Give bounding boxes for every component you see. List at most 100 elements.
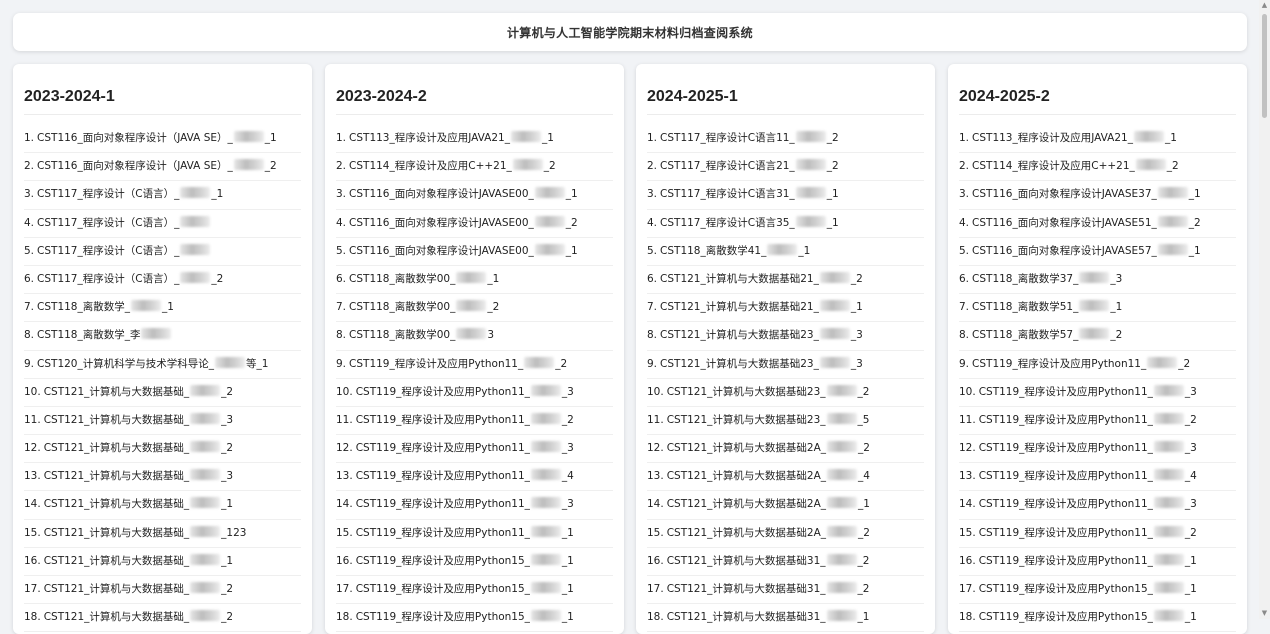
course-link[interactable]: 10. CST121_计算机与大数据基础23_ _2 bbox=[647, 379, 924, 407]
course-link[interactable]: 6. CST117_程序设计（C语言）_ _2 bbox=[24, 266, 301, 295]
course-link[interactable]: 2. CST114_程序设计及应用C++21_ _2 bbox=[336, 153, 613, 182]
course-link[interactable]: 1. CST113_程序设计及应用JAVA21_ _1 bbox=[336, 125, 613, 154]
course-link[interactable]: 7. CST121_计算机与大数据基础21_ _1 bbox=[647, 294, 924, 323]
course-link[interactable]: 6. CST118_离散数学37_ _3 bbox=[959, 266, 1236, 295]
course-link[interactable]: 11. CST119_程序设计及应用Python11_ _2 bbox=[336, 407, 613, 436]
course-link[interactable]: 11. CST121_计算机与大数据基础23_ _5 bbox=[647, 407, 924, 436]
course-suffix: _1 bbox=[1188, 244, 1201, 257]
course-link[interactable]: 9. CST119_程序设计及应用Python11_ _2 bbox=[959, 351, 1236, 379]
course-link[interactable]: 13. CST119_程序设计及应用Python11_ _4 bbox=[959, 463, 1236, 492]
course-link[interactable]: 2. CST116_面向对象程序设计（JAVA SE）_ _2 bbox=[24, 153, 301, 182]
course-link[interactable]: 16. CST121_计算机与大数据基础_ _1 bbox=[24, 548, 301, 576]
course-link[interactable]: 4. CST116_面向对象程序设计JAVASE51_ _2 bbox=[959, 210, 1236, 238]
redacted-name bbox=[190, 610, 221, 622]
course-link[interactable]: 6. CST118_离散数学00_ _1 bbox=[336, 266, 613, 295]
course-link[interactable]: 7. CST118_离散数学51_ _1 bbox=[959, 294, 1236, 323]
course-link[interactable]: 14. CST119_程序设计及应用Python11_ _3 bbox=[959, 491, 1236, 520]
course-link[interactable]: 17. CST119_程序设计及应用Python15_ _1 bbox=[336, 576, 613, 605]
item-number: 18. bbox=[336, 611, 353, 624]
course-link[interactable]: 8. CST118_离散数学_李 bbox=[24, 322, 301, 351]
course-suffix: _1 bbox=[826, 188, 839, 201]
course-link[interactable]: 18. CST121_计算机与大数据基础_ _2 bbox=[24, 604, 301, 633]
course-link[interactable]: 8. CST118_离散数学00_ 3 bbox=[336, 322, 613, 351]
course-link[interactable]: 2. CST117_程序设计C语言21_ _2 bbox=[647, 153, 924, 182]
course-link[interactable]: 18. CST121_计算机与大数据基础31_ _1 bbox=[647, 604, 924, 633]
course-link[interactable]: 14. CST119_程序设计及应用Python11_ _3 bbox=[336, 491, 613, 520]
course-name: CST118_离散数学_ bbox=[37, 301, 130, 314]
course-link[interactable]: 3. CST116_面向对象程序设计JAVASE37_ _1 bbox=[959, 181, 1236, 210]
course-link[interactable]: 3. CST117_程序设计（C语言）_ _1 bbox=[24, 181, 301, 210]
course-link[interactable]: 12. CST121_计算机与大数据基础_ _2 bbox=[24, 435, 301, 464]
course-suffix: _2 bbox=[1188, 216, 1201, 229]
course-link[interactable]: 18. CST119_程序设计及应用Python15_ _1 bbox=[336, 604, 613, 633]
course-link[interactable]: 10. CST119_程序设计及应用Python11_ _3 bbox=[959, 379, 1236, 407]
scroll-up-arrow-icon[interactable]: ▲ bbox=[1259, 0, 1270, 11]
course-link[interactable]: 9. CST120_计算机科学与技术学科导论_ 等_1 bbox=[24, 351, 301, 379]
course-link[interactable]: 13. CST119_程序设计及应用Python11_ _4 bbox=[336, 463, 613, 492]
course-link[interactable]: 17. CST121_计算机与大数据基础_ _2 bbox=[24, 576, 301, 605]
course-link[interactable]: 8. CST118_离散数学57_ _2 bbox=[959, 322, 1236, 351]
course-link[interactable]: 13. CST121_计算机与大数据基础_ _3 bbox=[24, 463, 301, 492]
item-number: 7. bbox=[959, 301, 970, 314]
redacted-name bbox=[826, 412, 857, 424]
course-link[interactable]: 4. CST117_程序设计C语言35_ _1 bbox=[647, 210, 924, 238]
course-link[interactable]: 5. CST118_离散数学41_ _1 bbox=[647, 238, 924, 266]
scroll-down-arrow-icon[interactable]: ▼ bbox=[1259, 608, 1270, 619]
course-link[interactable]: 5. CST116_面向对象程序设计JAVASE00_ _1 bbox=[336, 238, 613, 266]
course-link[interactable]: 18. CST119_程序设计及应用Python15_ _1 bbox=[959, 604, 1236, 633]
course-link[interactable]: 3. CST116_面向对象程序设计JAVASE00_ _1 bbox=[336, 181, 613, 210]
course-suffix: _1 bbox=[264, 132, 277, 144]
course-link[interactable]: 11. CST119_程序设计及应用Python11_ _2 bbox=[959, 407, 1236, 436]
course-link[interactable]: 16. CST119_程序设计及应用Python11_ _1 bbox=[959, 548, 1236, 576]
course-link[interactable]: 12. CST119_程序设计及应用Python11_ _3 bbox=[336, 435, 613, 464]
course-link[interactable]: 1. CST113_程序设计及应用JAVA21_ _1 bbox=[959, 125, 1236, 154]
course-name: CST119_程序设计及应用Python15_ bbox=[978, 611, 1153, 624]
page-scrollbar[interactable]: ▲ ▼ bbox=[1259, 0, 1270, 619]
redacted-name bbox=[826, 610, 857, 622]
course-link[interactable]: 10. CST119_程序设计及应用Python11_ _3 bbox=[336, 379, 613, 407]
course-link[interactable]: 9. CST119_程序设计及应用Python11_ _2 bbox=[336, 351, 613, 379]
course-link[interactable]: 4. CST117_程序设计（C语言）_ bbox=[24, 210, 301, 238]
scroll-thumb[interactable] bbox=[1262, 14, 1267, 118]
course-link[interactable]: 14. CST121_计算机与大数据基础_ _1 bbox=[24, 491, 301, 520]
course-link[interactable]: 15. CST121_计算机与大数据基础2A_ _2 bbox=[647, 520, 924, 548]
redacted-name bbox=[130, 300, 161, 312]
course-link[interactable]: 12. CST121_计算机与大数据基础2A_ _2 bbox=[647, 435, 924, 464]
course-link[interactable]: 12. CST119_程序设计及应用Python11_ _3 bbox=[959, 435, 1236, 464]
course-link[interactable]: 4. CST116_面向对象程序设计JAVASE00_ _2 bbox=[336, 210, 613, 238]
course-link[interactable]: 7. CST118_离散数学_ _1 bbox=[24, 294, 301, 323]
item-number: 7. bbox=[336, 301, 347, 314]
course-link[interactable]: 13. CST121_计算机与大数据基础2A_ _4 bbox=[647, 463, 924, 492]
course-link[interactable]: 15. CST119_程序设计及应用Python11_ _2 bbox=[959, 520, 1236, 548]
course-suffix: _2 bbox=[857, 554, 870, 567]
course-link[interactable]: 3. CST117_程序设计C语言31_ _1 bbox=[647, 181, 924, 210]
course-link[interactable]: 14. CST121_计算机与大数据基础2A_ _1 bbox=[647, 491, 924, 520]
item-number: 13. bbox=[647, 470, 664, 483]
course-link[interactable]: 16. CST119_程序设计及应用Python15_ _1 bbox=[336, 548, 613, 576]
course-link[interactable]: 16. CST121_计算机与大数据基础31_ _2 bbox=[647, 548, 924, 576]
course-link[interactable]: 6. CST121_计算机与大数据基础21_ _2 bbox=[647, 266, 924, 295]
course-name: CST119_程序设计及应用Python15_ bbox=[355, 583, 530, 595]
redacted-name bbox=[795, 187, 826, 199]
redacted-name bbox=[190, 525, 221, 537]
course-link[interactable]: 7. CST118_离散数学00_ _2 bbox=[336, 294, 613, 323]
course-link[interactable]: 1. CST116_面向对象程序设计（JAVA SE）_ _1 bbox=[24, 125, 301, 154]
course-name: CST121_计算机与大数据基础_ bbox=[43, 583, 190, 595]
course-link[interactable]: 11. CST121_计算机与大数据基础_ _3 bbox=[24, 407, 301, 436]
course-name: CST116_面向对象程序设计JAVASE37_ bbox=[972, 188, 1157, 201]
course-link[interactable]: 17. CST121_计算机与大数据基础31_ _2 bbox=[647, 576, 924, 605]
course-link[interactable]: 10. CST121_计算机与大数据基础_ _2 bbox=[24, 379, 301, 407]
course-link[interactable]: 5. CST116_面向对象程序设计JAVASE57_ _1 bbox=[959, 238, 1236, 266]
redacted-name bbox=[1153, 384, 1184, 396]
course-link[interactable]: 17. CST119_程序设计及应用Python15_ _1 bbox=[959, 576, 1236, 605]
course-suffix: _1 bbox=[1184, 611, 1197, 624]
course-link[interactable]: 2. CST114_程序设计及应用C++21_ _2 bbox=[959, 153, 1236, 182]
course-link[interactable]: 9. CST121_计算机与大数据基础23_ _3 bbox=[647, 351, 924, 379]
redacted-name bbox=[819, 356, 850, 368]
course-link[interactable]: 15. CST121_计算机与大数据基础_ _123 bbox=[24, 520, 301, 548]
course-link[interactable]: 1. CST117_程序设计C语言11_ _2 bbox=[647, 125, 924, 154]
course-link[interactable]: 15. CST119_程序设计及应用Python11_ _1 bbox=[336, 520, 613, 548]
course-link[interactable]: 5. CST117_程序设计（C语言）_ bbox=[24, 238, 301, 266]
redacted-name bbox=[819, 300, 850, 312]
course-link[interactable]: 8. CST121_计算机与大数据基础23_ _3 bbox=[647, 322, 924, 351]
